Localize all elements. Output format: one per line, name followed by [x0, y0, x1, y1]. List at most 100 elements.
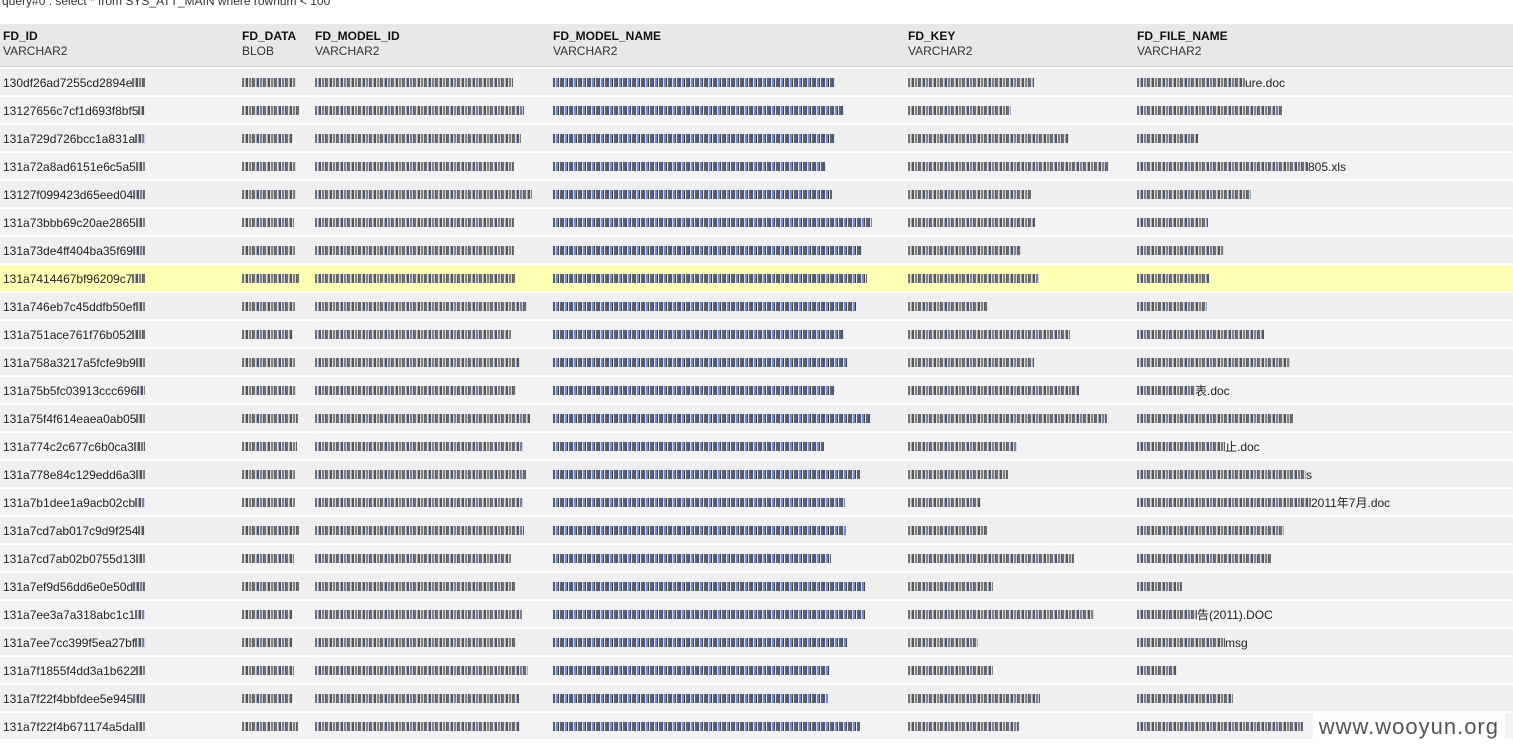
- table-row[interactable]: 131a7ef9d56dd6e0e50d: [0, 571, 1513, 599]
- cell-fd-key[interactable]: [908, 607, 1128, 623]
- cell-fd-key[interactable]: [908, 579, 1128, 595]
- cell-fd-model-id[interactable]: [315, 243, 540, 259]
- table-row[interactable]: 131a7f1855f4dd3a1b622: [0, 655, 1513, 683]
- cell-fd-id[interactable]: 131a729d726bcc1a831a: [3, 131, 145, 147]
- cell-fd-data[interactable]: [242, 719, 302, 735]
- cell-fd-id[interactable]: 13127656c7cf1d693f8bf5: [3, 103, 145, 119]
- cell-fd-data[interactable]: [242, 383, 302, 399]
- cell-fd-id[interactable]: 13127f099423d65eed04: [3, 187, 145, 203]
- table-row[interactable]: 131a729d726bcc1a831a: [0, 123, 1513, 151]
- table-row[interactable]: 131a72a8ad6151e6c5a5 805.xls: [0, 151, 1513, 179]
- column-header-fd-id[interactable]: FD_ID VARCHAR2: [3, 29, 67, 59]
- cell-fd-key[interactable]: [908, 439, 1128, 455]
- cell-fd-model-id[interactable]: [315, 383, 540, 399]
- cell-fd-file-name[interactable]: 告(2011).DOC: [1137, 607, 1437, 623]
- table-row[interactable]: 130df26ad7255cd2894e ure.doc: [0, 67, 1513, 95]
- cell-fd-data[interactable]: [242, 327, 302, 343]
- cell-fd-data[interactable]: [242, 467, 302, 483]
- cell-fd-data[interactable]: [242, 411, 302, 427]
- cell-fd-key[interactable]: [908, 411, 1128, 427]
- cell-fd-model-name[interactable]: [553, 131, 893, 147]
- cell-fd-key[interactable]: [908, 243, 1128, 259]
- cell-fd-id[interactable]: 131a72a8ad6151e6c5a5: [3, 159, 145, 175]
- cell-fd-model-name[interactable]: [553, 495, 893, 511]
- cell-fd-key[interactable]: [908, 523, 1128, 539]
- cell-fd-key[interactable]: [908, 663, 1128, 679]
- cell-fd-id[interactable]: 131a75b5fc03913ccc696: [3, 383, 145, 399]
- cell-fd-data[interactable]: [242, 495, 302, 511]
- cell-fd-model-id[interactable]: [315, 523, 540, 539]
- cell-fd-model-name[interactable]: [553, 159, 893, 175]
- cell-fd-model-name[interactable]: [553, 327, 893, 343]
- table-row[interactable]: 131a758a3217a5fcfe9b9: [0, 347, 1513, 375]
- cell-fd-id[interactable]: 131a73bbb69c20ae2865: [3, 215, 145, 231]
- cell-fd-data[interactable]: [242, 271, 302, 287]
- cell-fd-key[interactable]: [908, 327, 1128, 343]
- table-row[interactable]: 131a774c2c677c6b0ca3 止.doc: [0, 431, 1513, 459]
- cell-fd-file-name[interactable]: [1137, 523, 1437, 539]
- cell-fd-data[interactable]: [242, 523, 302, 539]
- cell-fd-model-name[interactable]: [553, 271, 893, 287]
- cell-fd-data[interactable]: [242, 243, 302, 259]
- cell-fd-file-name[interactable]: [1137, 551, 1437, 567]
- cell-fd-key[interactable]: [908, 131, 1128, 147]
- table-row[interactable]: 131a746eb7c45ddfb50ef: [0, 291, 1513, 319]
- cell-fd-id[interactable]: 131a7f22f4b671174a5da: [3, 719, 145, 735]
- cell-fd-id[interactable]: 130df26ad7255cd2894e: [3, 75, 145, 91]
- cell-fd-id[interactable]: 131a7f1855f4dd3a1b622: [3, 663, 145, 679]
- cell-fd-model-id[interactable]: [315, 271, 540, 287]
- cell-fd-id[interactable]: 131a774c2c677c6b0ca3: [3, 439, 145, 455]
- table-row[interactable]: 13127f099423d65eed04: [0, 179, 1513, 207]
- cell-fd-file-name[interactable]: msg: [1137, 635, 1437, 651]
- cell-fd-model-name[interactable]: [553, 635, 893, 651]
- cell-fd-file-name[interactable]: [1137, 691, 1437, 707]
- cell-fd-id[interactable]: 131a73de4ff404ba35f69: [3, 243, 145, 259]
- table-row[interactable]: 131a73de4ff404ba35f69: [0, 235, 1513, 263]
- cell-fd-model-id[interactable]: [315, 103, 540, 119]
- cell-fd-key[interactable]: [908, 271, 1128, 287]
- cell-fd-key[interactable]: [908, 691, 1128, 707]
- cell-fd-model-id[interactable]: [315, 495, 540, 511]
- cell-fd-model-id[interactable]: [315, 719, 540, 735]
- cell-fd-key[interactable]: [908, 467, 1128, 483]
- cell-fd-file-name[interactable]: [1137, 187, 1437, 203]
- table-row[interactable]: 131a7cd7ab02b0755d13: [0, 543, 1513, 571]
- cell-fd-model-name[interactable]: [553, 355, 893, 371]
- cell-fd-data[interactable]: [242, 131, 302, 147]
- column-header-fd-file-name[interactable]: FD_FILE_NAME VARCHAR2: [1137, 29, 1228, 59]
- cell-fd-data[interactable]: [242, 187, 302, 203]
- table-row[interactable]: 131a7414467bf96209c7: [0, 263, 1513, 291]
- cell-fd-model-id[interactable]: [315, 75, 540, 91]
- cell-fd-model-name[interactable]: [553, 467, 893, 483]
- cell-fd-key[interactable]: [908, 635, 1128, 651]
- cell-fd-model-id[interactable]: [315, 299, 540, 315]
- cell-fd-file-name[interactable]: [1137, 411, 1437, 427]
- cell-fd-model-name[interactable]: [553, 187, 893, 203]
- cell-fd-data[interactable]: [242, 75, 302, 91]
- table-row[interactable]: 131a75b5fc03913ccc696 表.doc: [0, 375, 1513, 403]
- cell-fd-file-name[interactable]: [1137, 131, 1437, 147]
- cell-fd-data[interactable]: [242, 215, 302, 231]
- cell-fd-model-name[interactable]: [553, 243, 893, 259]
- cell-fd-model-id[interactable]: [315, 215, 540, 231]
- cell-fd-key[interactable]: [908, 551, 1128, 567]
- cell-fd-model-name[interactable]: [553, 103, 893, 119]
- column-header-fd-key[interactable]: FD_KEY VARCHAR2: [908, 29, 972, 59]
- cell-fd-key[interactable]: [908, 187, 1128, 203]
- table-row[interactable]: 131a7f22f4bbfdee5e945: [0, 683, 1513, 711]
- cell-fd-file-name[interactable]: [1137, 103, 1437, 119]
- cell-fd-model-name[interactable]: [553, 299, 893, 315]
- cell-fd-model-name[interactable]: [553, 215, 893, 231]
- cell-fd-model-id[interactable]: [315, 467, 540, 483]
- cell-fd-model-name[interactable]: [553, 383, 893, 399]
- cell-fd-id[interactable]: 131a7ee7cc399f5ea27bf: [3, 635, 145, 651]
- table-row[interactable]: 131a75f4f614eaea0ab05: [0, 403, 1513, 431]
- table-row[interactable]: 131a7f22f4b671174a5da: [0, 711, 1513, 739]
- cell-fd-model-id[interactable]: [315, 691, 540, 707]
- cell-fd-model-name[interactable]: [553, 411, 893, 427]
- cell-fd-model-name[interactable]: [553, 439, 893, 455]
- cell-fd-id[interactable]: 131a7b1dee1a9acb02cb: [3, 495, 145, 511]
- cell-fd-data[interactable]: [242, 579, 302, 595]
- cell-fd-model-name[interactable]: [553, 719, 893, 735]
- cell-fd-id[interactable]: 131a758a3217a5fcfe9b9: [3, 355, 145, 371]
